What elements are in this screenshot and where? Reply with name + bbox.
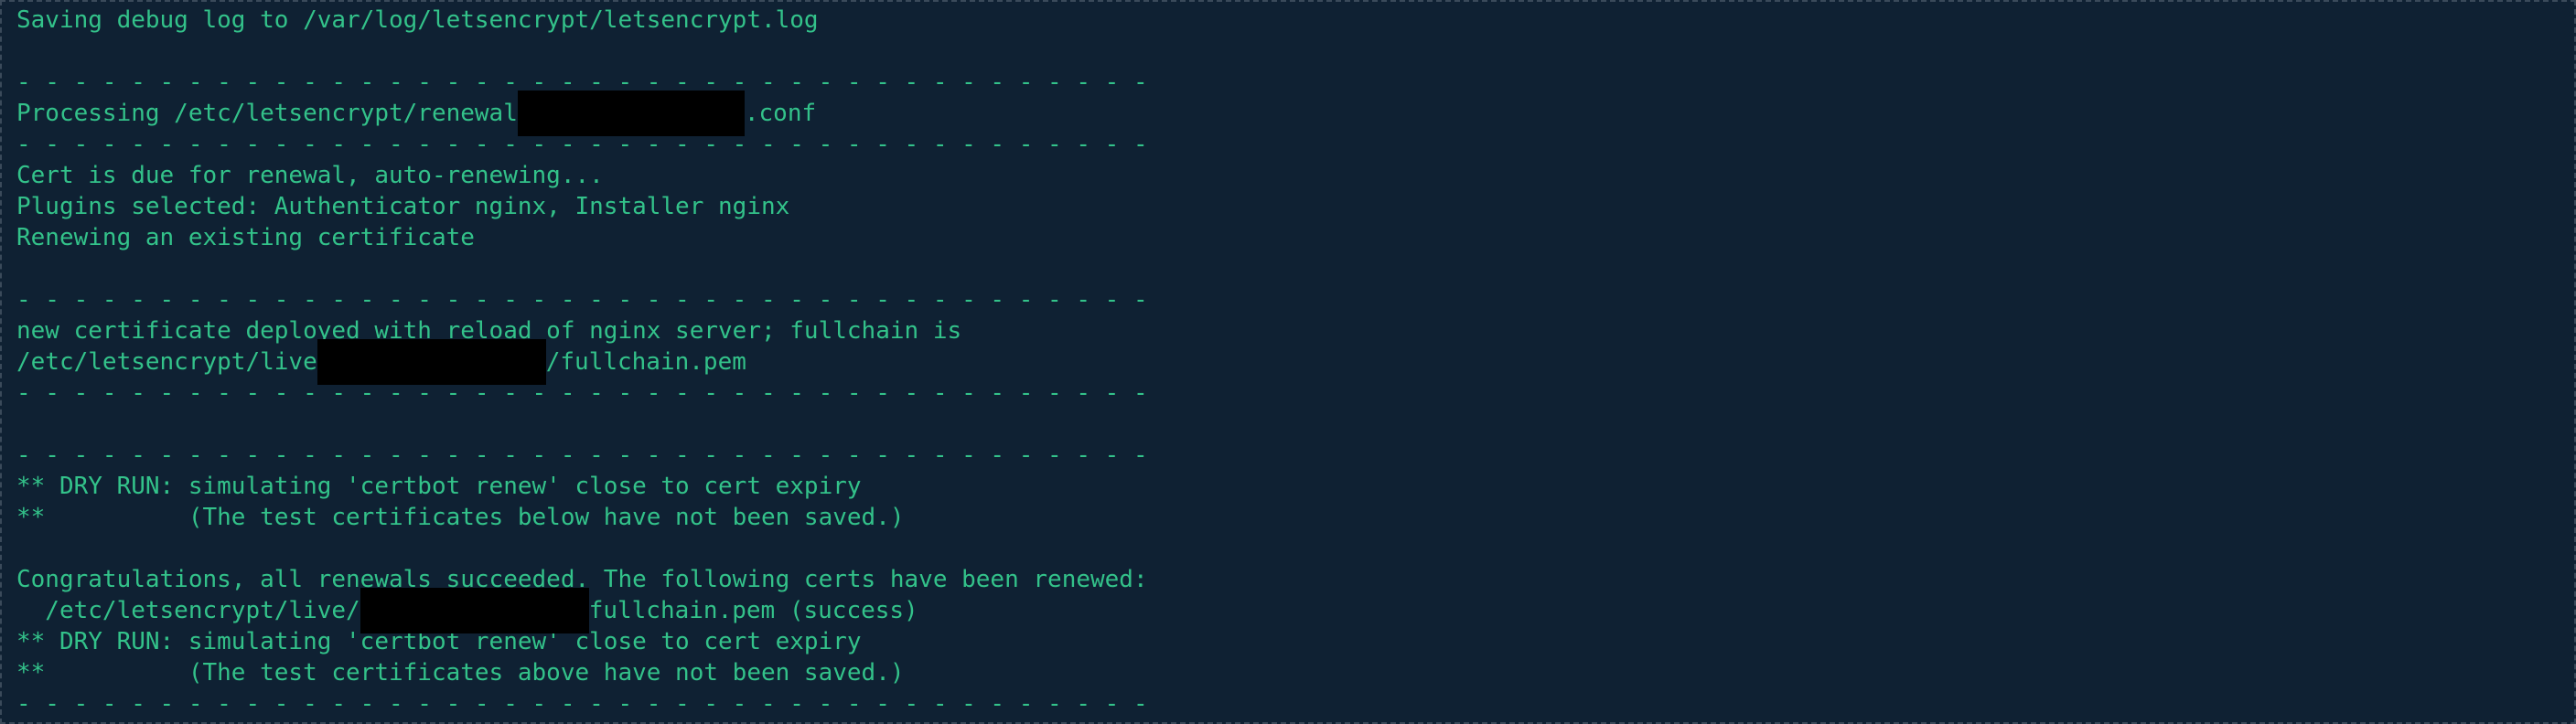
redaction-box — [360, 588, 589, 634]
line-text-after-redaction: /fullchain.pem — [545, 348, 746, 376]
line-text-after-redaction: .conf — [744, 100, 817, 127]
terminal-line: Renewing an existing certificate — [16, 224, 475, 251]
terminal-line: Processing /etc/letsencrypt/renewal .conf — [16, 90, 2560, 136]
terminal-line: /etc/letsencrypt/live/fullchain.pem — [16, 339, 2560, 385]
redaction-box — [317, 339, 546, 385]
line-text-before-redaction: Processing /etc/letsencrypt/renewal — [16, 100, 518, 127]
terminal-line: ** (The test certificates above have not… — [16, 659, 905, 687]
terminal-line: ** (The test certificates below have not… — [16, 504, 905, 531]
separator-line: - - - - - - - - - - - - - - - - - - - - … — [16, 69, 1148, 96]
separator-line: - - - - - - - - - - - - - - - - - - - - … — [16, 690, 1148, 718]
terminal-line: ** DRY RUN: simulating 'certbot renew' c… — [16, 473, 862, 500]
line-text-before-redaction: /etc/letsencrypt/live — [16, 348, 317, 376]
separator-line: - - - - - - - - - - - - - - - - - - - - … — [16, 286, 1148, 314]
terminal-line: /etc/letsencrypt/live/fullchain.pem (suc… — [16, 588, 2560, 634]
redaction-box — [517, 90, 745, 136]
terminal-window[interactable]: Saving debug log to /var/log/letsencrypt… — [0, 0, 2576, 724]
terminal-line: Cert is due for renewal, auto-renewing..… — [16, 162, 604, 189]
line-text-after-redaction: fullchain.pem (success) — [588, 597, 918, 624]
separator-line: - - - - - - - - - - - - - - - - - - - - … — [16, 442, 1148, 469]
terminal-line: Plugins selected: Authenticator nginx, I… — [16, 193, 790, 220]
terminal-line: Saving debug log to /var/log/letsencrypt… — [16, 6, 819, 34]
line-text-before-redaction: /etc/letsencrypt/live/ — [16, 597, 360, 624]
separator-line: - - - - - - - - - - - - - - - - - - - - … — [16, 131, 1148, 158]
